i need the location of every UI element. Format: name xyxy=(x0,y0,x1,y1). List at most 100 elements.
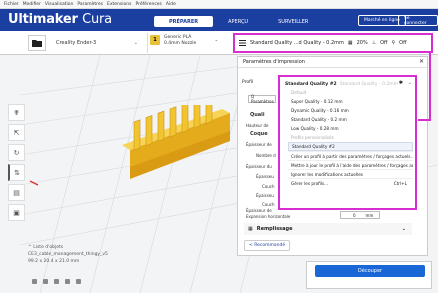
setting-row: Couch xyxy=(262,184,275,189)
menu-item-preferences[interactable]: Préférences xyxy=(135,2,161,7)
manage-profiles-action[interactable]: Gérer les profils... Ctrl+L xyxy=(288,178,413,187)
toolbar-divider xyxy=(147,33,148,53)
manage-profiles-shortcut: Ctrl+L xyxy=(393,180,407,186)
print-settings-summary[interactable]: Standard Quality ...d Quality - 0.2mm ▦ … xyxy=(233,33,433,53)
infill-section-icon: ▦ xyxy=(248,226,253,232)
setting-row: Épaisseur du xyxy=(246,164,272,169)
support-blocker-tool[interactable]: ▣ xyxy=(8,204,25,221)
setting-row: Couch xyxy=(262,202,275,207)
left-toolbar: ✟ ⇱ ↻ ⇅ ▤ ▣ xyxy=(8,104,25,221)
current-profile-info: Standard Quality - 0.2mm xyxy=(339,81,398,87)
menu-item-settings[interactable]: Paramètres xyxy=(77,2,103,7)
folder-icon xyxy=(32,40,42,47)
close-icon[interactable]: ✕ xyxy=(419,58,424,65)
stage-tabs: PRÉPARER APERÇU SURVEILLER xyxy=(154,16,323,27)
printer-name: Creality Ender-3 xyxy=(56,40,97,46)
object-icon-5[interactable] xyxy=(76,279,81,284)
menu-item-file[interactable]: Fichier xyxy=(4,2,19,7)
open-file-button[interactable] xyxy=(28,35,46,51)
scale-icon: ⇱ xyxy=(13,128,20,137)
mirror-tool[interactable]: ⇅ xyxy=(8,164,25,181)
setting-row: Épaisseur de xyxy=(246,208,272,213)
logo-brand: Ultimaker xyxy=(8,12,78,27)
tab-monitor[interactable]: SURVEILLER xyxy=(263,16,323,27)
list-header-default: Default xyxy=(291,90,307,95)
adhesion-icon: ⚲ xyxy=(391,40,396,46)
signin-button[interactable]: Se connecter xyxy=(398,15,438,26)
scale-tool[interactable]: ⇱ xyxy=(8,124,25,141)
profile-option-selected[interactable]: Standard Quality #2 xyxy=(288,142,413,151)
object-filename: CE3_cable_management_thingy_v5 xyxy=(28,252,108,257)
chevron-down-icon: ⌄ xyxy=(401,226,406,232)
menu-item-view[interactable]: Visualisation xyxy=(45,2,73,7)
adhesion-value: Off xyxy=(399,40,407,46)
material-selector[interactable]: 1 Generic PLA 0.4mm Nozzle ⌄ xyxy=(150,35,218,46)
profile-summary-text: Standard Quality ...d Quality - 0.2mm xyxy=(250,40,344,46)
create-profile-action[interactable]: Créer un profil à partir des paramètres … xyxy=(288,151,413,160)
object-action-icons xyxy=(32,279,81,284)
setting-row: Épaisseu xyxy=(256,193,274,198)
expansion-label: Expansion horizontale xyxy=(246,214,291,219)
slice-button[interactable]: Découper xyxy=(315,265,425,277)
setting-row: Épaisseu xyxy=(256,174,274,179)
model-3d[interactable] xyxy=(90,105,230,195)
tab-preview[interactable]: APERÇU xyxy=(213,16,263,27)
move-tool[interactable]: ✟ xyxy=(8,104,25,121)
extruder-badge: 1 xyxy=(150,35,160,45)
menu-item-extensions[interactable]: Extensions xyxy=(107,2,131,7)
star-icon: ✱ xyxy=(398,80,403,86)
logo-product: Cura xyxy=(82,12,112,27)
chevron-down-icon[interactable]: ⌄ xyxy=(408,80,412,86)
manage-profiles-label: Gérer les profils... xyxy=(291,180,329,186)
current-profile-name: Standard Quality #2 xyxy=(285,81,337,87)
search-input[interactable]: Q Paramètres xyxy=(248,94,276,104)
support-icon: ⊥ xyxy=(371,40,377,46)
support-value: Off xyxy=(380,40,388,46)
object-dimensions: 99.2 x 20.4 x 21.0 mm xyxy=(28,259,80,264)
move-icon: ✟ xyxy=(13,108,20,117)
rotate-tool[interactable]: ↻ xyxy=(8,144,25,161)
object-list-toggle[interactable]: ^ Liste d'objets xyxy=(28,244,108,251)
per-model-settings-tool[interactable]: ▤ xyxy=(8,184,25,201)
profile-option[interactable]: Low Quality - 0.28 mm xyxy=(288,124,413,133)
recommended-button[interactable]: < Recommandé xyxy=(244,240,291,251)
infill-value: 20% xyxy=(356,40,368,46)
object-icon-3[interactable] xyxy=(54,279,59,284)
list-header-custom: Profils personnalisés xyxy=(291,135,334,140)
expansion-unit: mm xyxy=(365,212,374,218)
profile-list: Default Super Quality - 0.12 mm Dynamic … xyxy=(288,88,413,187)
profile-option[interactable]: Standard Quality - 0.2 mm xyxy=(288,115,413,124)
discard-changes-action[interactable]: Ignorer les modifications actuelles xyxy=(288,169,413,178)
app-logo: Ultimaker Cura xyxy=(8,12,112,27)
object-icon-4[interactable] xyxy=(65,279,70,284)
profile-dropdown: Standard Quality #2 Standard Quality - 0… xyxy=(278,75,417,210)
profile-option[interactable]: Super Quality - 0.12 mm xyxy=(288,97,413,106)
support-blocker-icon: ▣ xyxy=(13,208,20,217)
menu-item-help[interactable]: Aide xyxy=(166,2,176,7)
update-profile-action[interactable]: Mettre à jour le profil à l'aide des par… xyxy=(288,160,413,169)
panel-title: Paramètres d'impression xyxy=(238,57,427,68)
menu-bar: Fichier Modifier Visualisation Paramètre… xyxy=(0,0,438,9)
mirror-icon: ⇅ xyxy=(14,168,20,177)
setting-row: Hauteur de xyxy=(246,123,269,128)
profile-label: Profil xyxy=(242,80,254,85)
setting-row: Quali xyxy=(250,112,265,118)
chevron-down-icon: ⌄ xyxy=(214,37,219,43)
object-icon-2[interactable] xyxy=(43,279,48,284)
expansion-field[interactable]: 0 mm xyxy=(340,211,380,219)
printer-selector[interactable]: Creality Ender-3 ⌄ xyxy=(56,40,138,46)
infill-section-header[interactable]: ▦ Remplissage ⌄ xyxy=(244,223,412,235)
menu-item-edit[interactable]: Modifier xyxy=(23,2,41,7)
rotate-icon: ↻ xyxy=(13,148,20,157)
per-model-icon: ▤ xyxy=(13,188,20,197)
profile-option[interactable]: Dynamic Quality - 0.16 mm xyxy=(288,106,413,115)
object-info: ^ Liste d'objets CE3_cable_management_th… xyxy=(28,244,108,265)
tab-prepare[interactable]: PRÉPARER xyxy=(154,16,214,27)
sliders-icon xyxy=(239,40,246,46)
object-icon-1[interactable] xyxy=(32,279,37,284)
chevron-down-icon: ⌄ xyxy=(133,40,138,46)
infill-icon: ▦ xyxy=(347,40,353,46)
expansion-value: 0 xyxy=(353,212,356,218)
setting-row: Épaisseur de xyxy=(246,142,272,147)
setting-row: Nombre d xyxy=(256,153,276,158)
